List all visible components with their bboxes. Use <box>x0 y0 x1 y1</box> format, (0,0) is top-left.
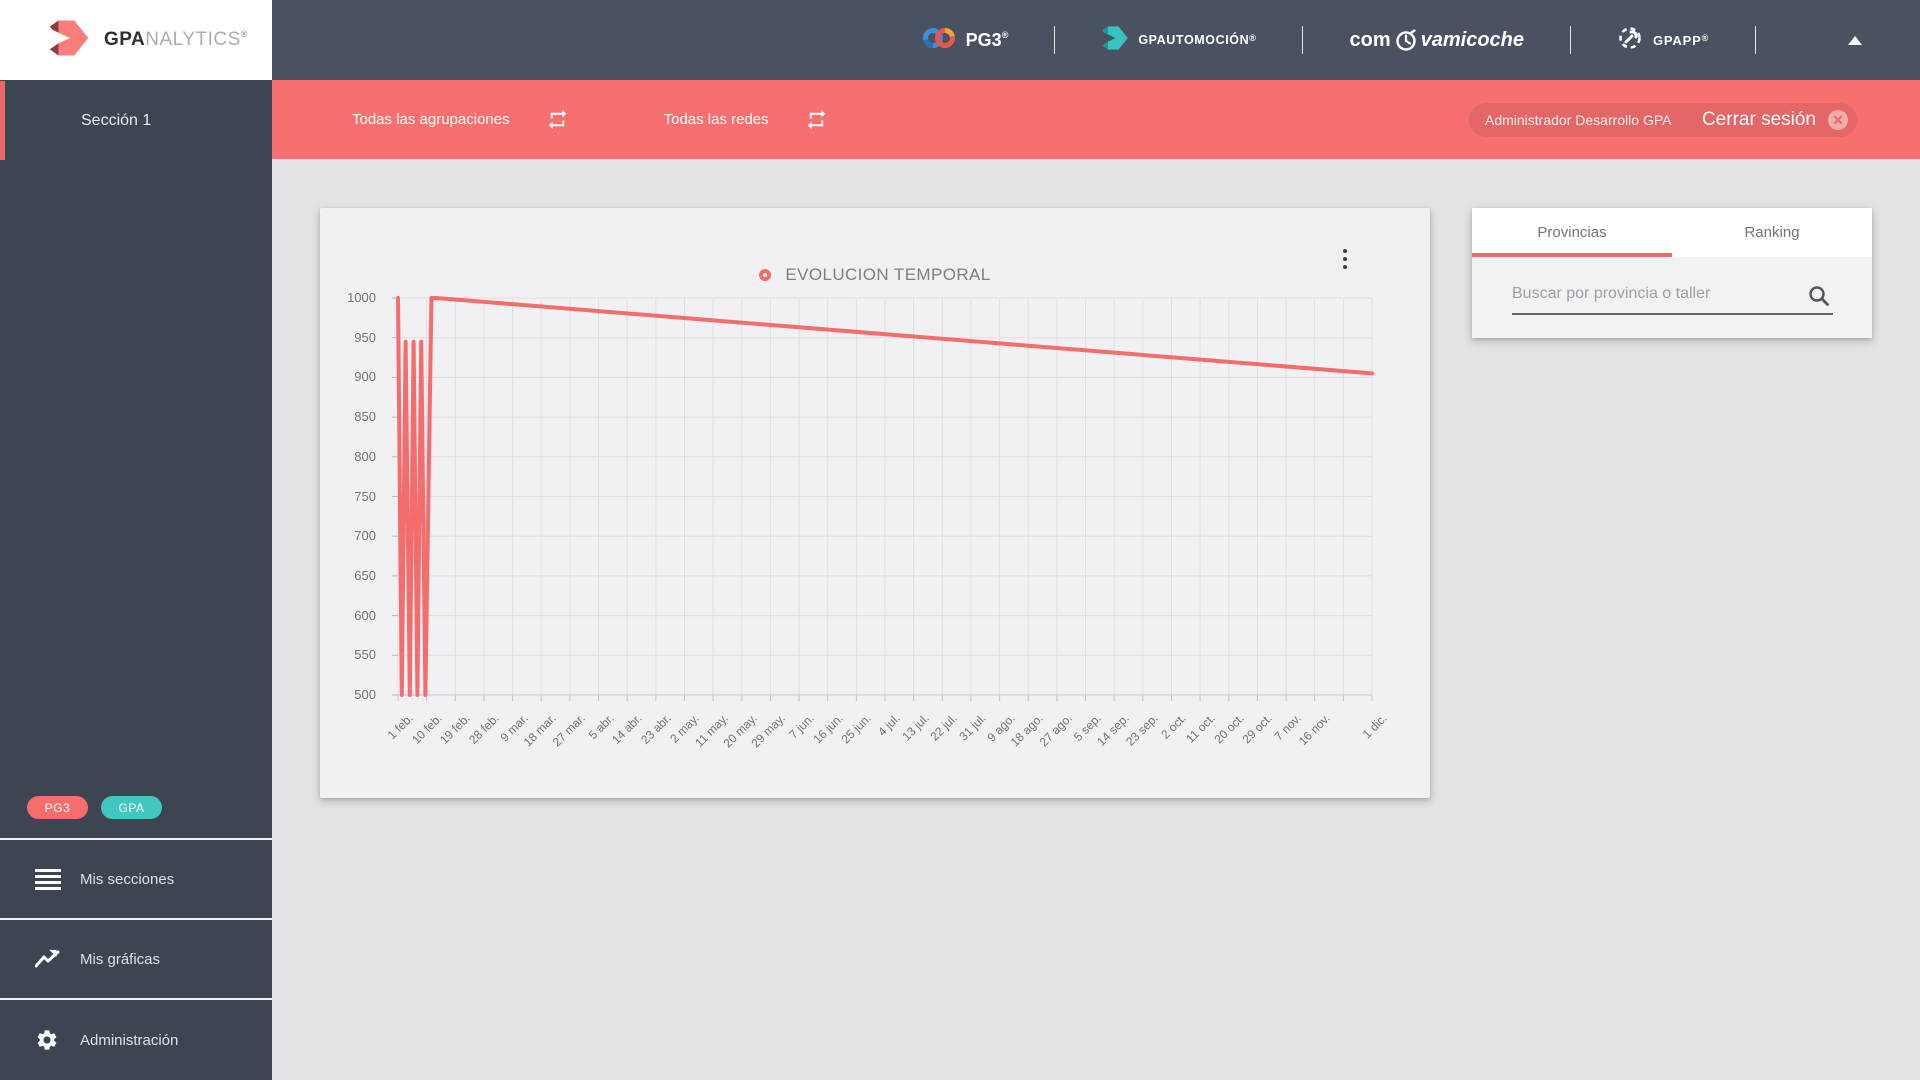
swap-icon[interactable] <box>546 108 569 131</box>
x-axis-label: 22 jul. <box>927 711 961 744</box>
search-icon[interactable] <box>1808 285 1830 312</box>
y-axis-label: 950 <box>354 329 376 345</box>
x-axis-label: 4 jul. <box>875 711 903 739</box>
y-axis: 1000 950 900 850 800 750 700 650 600 550 500 <box>320 290 386 702</box>
gpanalytics-logo: GPANALYTICS® <box>0 0 272 80</box>
gpautomocion-arrow-icon <box>1101 25 1129 56</box>
badge-gpa[interactable]: GPA <box>101 796 162 819</box>
x-axis-label: 29 oct. <box>1239 711 1276 747</box>
menu-item-label: Mis secciones <box>80 870 175 888</box>
list-icon <box>35 867 63 891</box>
x-axis-label: 16 jun. <box>810 711 846 747</box>
y-axis-label: 850 <box>354 409 376 425</box>
collapse-header-button[interactable] <box>1848 35 1862 45</box>
x-axis: 1 feb. 10 feb. 19 feb. 28 feb. 9 mar. 18 mar.… <box>385 705 1390 775</box>
sidebar-item-mis-secciones[interactable]: Mis secciones <box>0 838 272 918</box>
chart-svg <box>392 296 1374 701</box>
y-axis-label: 700 <box>354 528 376 544</box>
brand-gpapp-label: GPAPP <box>1653 32 1702 48</box>
chart-card: EVOLUCION TEMPORAL 1000 950 900 850 800 750 70… <box>320 208 1430 798</box>
source-badges: PG3 GPA <box>0 796 272 819</box>
header-separator <box>1755 26 1756 54</box>
sidebar-item-mis-graficas[interactable]: Mis gráficas <box>0 918 272 998</box>
sidebar: GPANALYTICS® Sección 1 PG3 GPA Mis secci… <box>0 0 272 1080</box>
section-label: Sección 1 <box>81 111 152 129</box>
brand-pg3-label: PG3 <box>965 29 1002 50</box>
sidebar-item-administracion[interactable]: Administración <box>0 998 272 1080</box>
pg3-infinity-icon <box>922 25 956 56</box>
header-separator <box>1054 26 1056 54</box>
x-axis-label: 23 abr. <box>637 711 674 747</box>
header-separator <box>1302 26 1304 54</box>
swap-icon[interactable] <box>805 108 828 131</box>
panel-tabbar: Provincias Ranking <box>1472 208 1872 257</box>
y-axis-label: 500 <box>354 687 376 702</box>
x-axis-label: 31 jul. <box>956 711 989 744</box>
x-axis-label: 10 feb. <box>408 711 445 747</box>
filter-agrupaciones[interactable]: Todas las agrupaciones <box>352 108 569 131</box>
brand-coche-post: vamicoche <box>1420 28 1524 51</box>
y-axis-label: 1000 <box>347 290 376 305</box>
brand-gpapp: GPAPP® <box>1617 24 1709 56</box>
search-input[interactable] <box>1512 281 1833 315</box>
logout-button[interactable]: Cerrar sesión <box>1702 109 1816 131</box>
x-axis-label: 19 feb. <box>437 711 474 747</box>
x-axis-label: 25 jun. <box>838 711 875 747</box>
tab-provincias[interactable]: Provincias <box>1472 208 1672 257</box>
x-axis-label: 20 oct. <box>1211 711 1247 747</box>
menu-item-label: Mis gráficas <box>80 950 161 968</box>
brand-pg3: PG3® <box>922 25 1008 56</box>
collapse-arrow-icon <box>1848 35 1862 45</box>
y-axis-label: 800 <box>354 448 376 464</box>
brand-coche-pre: com <box>1349 28 1391 51</box>
y-axis-label: 600 <box>354 607 376 623</box>
filter-label: Todas las agrupaciones <box>352 111 510 128</box>
search-area <box>1472 257 1872 338</box>
y-axis-label: 650 <box>354 567 376 583</box>
logout-close-icon[interactable]: ✕ <box>1828 109 1848 130</box>
y-axis-label: 550 <box>354 647 376 663</box>
legend-ring-icon <box>759 269 772 281</box>
filter-bar: Todas las agrupaciones Todas las redes A… <box>272 80 1920 159</box>
gear-icon <box>35 1028 63 1052</box>
chart-plot-area <box>392 296 1374 701</box>
header-separator <box>1570 26 1571 54</box>
x-axis-label: 28 feb. <box>465 711 502 747</box>
provinces-panel: Provincias Ranking <box>1472 208 1872 338</box>
top-header: PG3® GPAUTOMOCIÓN® com vamicoche GPAPP® <box>272 0 1920 80</box>
user-name: Administrador Desarrollo GPA <box>1485 111 1672 128</box>
filter-redes[interactable]: Todas las redes <box>664 108 828 131</box>
brand-gpautomocion: GPAUTOMOCIÓN® <box>1101 25 1256 56</box>
clock-icon <box>1395 29 1416 51</box>
x-axis-label: 14 abr. <box>609 711 646 747</box>
brand-gpautomocion-label: GPAUTOMOCIÓN <box>1138 33 1250 47</box>
x-axis-label: 1 dic. <box>1359 711 1390 742</box>
gpanalytics-wordmark: GPANALYTICS® <box>104 29 248 50</box>
menu-item-label: Administración <box>80 1031 179 1049</box>
chart-line-icon <box>35 947 63 971</box>
badge-pg3[interactable]: PG3 <box>27 796 88 819</box>
session-pill: Administrador Desarrollo GPA Cerrar sesi… <box>1469 102 1857 137</box>
y-axis-label: 900 <box>354 369 376 385</box>
gpapp-wrench-icon <box>1617 24 1644 56</box>
brand-comprovamicoche: com vamicoche <box>1349 28 1524 52</box>
app-root: GPANALYTICS® Sección 1 PG3 GPA Mis secci… <box>0 0 1920 1080</box>
x-axis-label: 11 oct. <box>1183 711 1219 746</box>
x-axis-label: 16 nov. <box>1295 711 1333 749</box>
chart-legend[interactable]: EVOLUCION TEMPORAL <box>320 265 1430 285</box>
legend-label: EVOLUCION TEMPORAL <box>785 265 991 284</box>
tab-ranking[interactable]: Ranking <box>1672 208 1872 257</box>
sidebar-menu: Mis secciones Mis gráficas Administració… <box>0 838 272 1080</box>
x-axis-label: 13 jul. <box>898 711 932 744</box>
y-axis-label: 750 <box>354 488 376 504</box>
sidebar-item-seccion-1[interactable]: Sección 1 <box>0 81 272 160</box>
gpanalytics-arrow-icon <box>48 18 90 63</box>
filter-label: Todas las redes <box>663 111 769 128</box>
